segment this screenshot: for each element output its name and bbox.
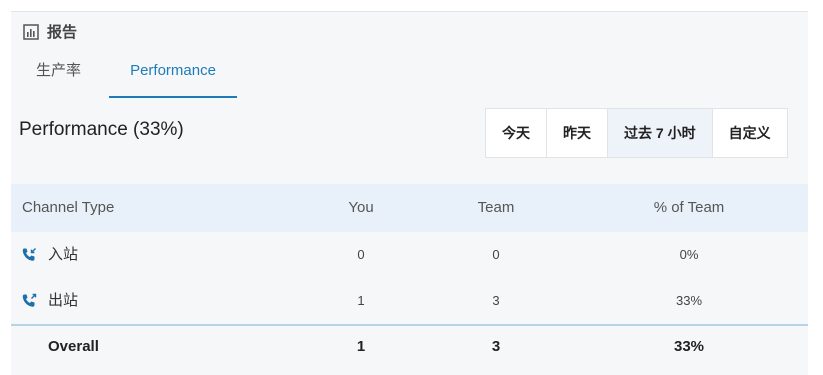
reports-header: 报告 bbox=[23, 21, 77, 42]
header-pct-of-team[interactable]: % of Team bbox=[631, 184, 747, 232]
time-range-selector: 今天 昨天 过去 7 小时 自定义 bbox=[485, 108, 788, 158]
cell-team: 3 bbox=[492, 293, 500, 308]
table-row: 入站 0 0 0% bbox=[11, 232, 808, 278]
range-last-7-hours-button[interactable]: 过去 7 小时 bbox=[607, 108, 713, 158]
performance-table: Channel Type You Team % of Team 入站 0 0 0… bbox=[11, 184, 808, 370]
phone-inbound-icon bbox=[21, 232, 37, 263]
range-yesterday-button[interactable]: 昨天 bbox=[546, 108, 608, 158]
cell-you: 1 bbox=[357, 293, 365, 308]
overall-you: 1 bbox=[356, 338, 366, 355]
table-header: Channel Type You Team % of Team bbox=[11, 184, 808, 232]
tab-productivity[interactable]: 生产率 bbox=[36, 56, 81, 96]
channel-name: 入站 bbox=[48, 246, 79, 263]
bar-chart-icon bbox=[23, 23, 39, 40]
tab-performance[interactable]: Performance bbox=[109, 56, 237, 98]
performance-title: Performance (33%) bbox=[19, 119, 184, 140]
phone-outbound-icon bbox=[21, 278, 37, 309]
cell-pct-of-team: 0% bbox=[679, 247, 699, 262]
cell-pct-of-team: 33% bbox=[675, 293, 703, 308]
header-channel-type[interactable]: Channel Type bbox=[22, 184, 114, 232]
range-custom-button[interactable]: 自定义 bbox=[711, 108, 788, 158]
report-tabs: 生产率 Performance bbox=[11, 56, 311, 98]
channel-name: 出站 bbox=[48, 292, 79, 309]
header-you[interactable]: You bbox=[331, 184, 391, 232]
overall-row: Overall 1 3 33% bbox=[11, 324, 808, 370]
reports-title: 报告 bbox=[47, 24, 78, 41]
overall-pct-of-team: 33% bbox=[673, 338, 705, 355]
cell-team: 0 bbox=[492, 247, 500, 262]
header-team[interactable]: Team bbox=[466, 184, 526, 232]
reports-panel: 报告 生产率 Performance Performance (33%) 今天 … bbox=[11, 11, 808, 375]
cell-you: 0 bbox=[357, 247, 365, 262]
table-row: 出站 1 3 33% bbox=[11, 278, 808, 324]
overall-label: Overall bbox=[48, 338, 99, 355]
overall-team: 3 bbox=[491, 338, 501, 355]
range-today-button[interactable]: 今天 bbox=[485, 108, 547, 158]
